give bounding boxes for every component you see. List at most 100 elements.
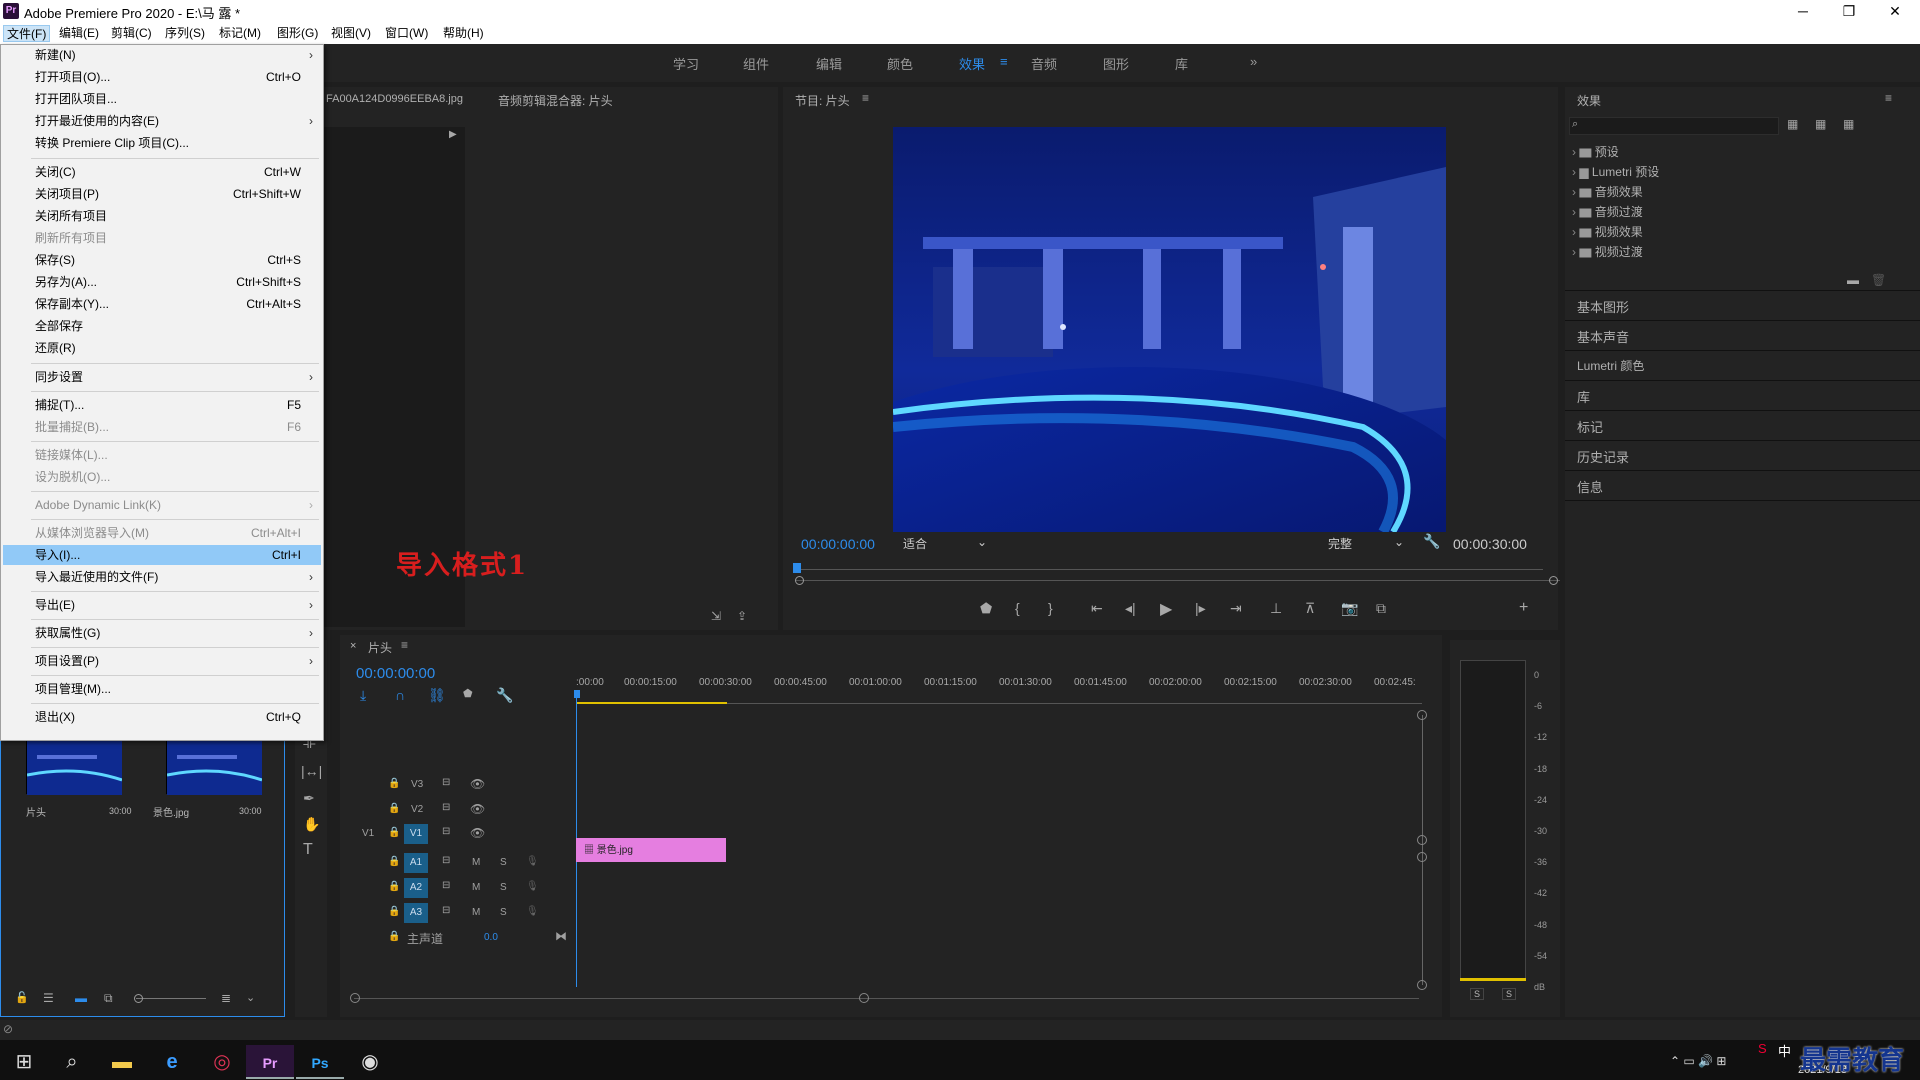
maximize-button[interactable]: ❐ bbox=[1826, 0, 1872, 22]
menu-marker[interactable]: 标记(M) bbox=[216, 25, 264, 42]
comparison-view-icon[interactable]: ⧉ bbox=[1376, 600, 1386, 617]
menu-item-save-as[interactable]: 另存为(A)... Ctrl+Shift+S bbox=[3, 272, 321, 292]
mark-in-icon[interactable]: { bbox=[1015, 600, 1020, 616]
lock-icon[interactable]: 🔒 bbox=[388, 881, 400, 892]
zoom-bar-left-handle[interactable] bbox=[795, 576, 804, 585]
lift-icon[interactable]: ⊥ bbox=[1270, 600, 1282, 617]
menu-item-export[interactable]: 导出(E) › bbox=[3, 595, 321, 615]
effects-item-video-effects[interactable]: › ▆ 视频效果 bbox=[1572, 223, 1643, 240]
yuv-effects-icon[interactable]: ▦ bbox=[1843, 117, 1854, 131]
menu-item-revert[interactable]: 还原(R) bbox=[3, 338, 321, 358]
project-thumb-scenery[interactable] bbox=[166, 739, 263, 795]
menu-item-project-manager[interactable]: 项目管理(M)... bbox=[3, 679, 321, 699]
zoom-level-dropdown[interactable]: 适合 ⌄ bbox=[903, 535, 993, 553]
menu-item-get-properties[interactable]: 获取属性(G) › bbox=[3, 623, 321, 643]
timeline-timecode[interactable]: 00:00:00:00 bbox=[356, 665, 435, 682]
sync-lock-icon[interactable]: ⊟ bbox=[442, 855, 450, 866]
track-target-v1[interactable]: V1 bbox=[404, 824, 428, 844]
play-icon[interactable]: ▶ bbox=[1160, 599, 1172, 619]
zoom-bar-right-handle[interactable] bbox=[1549, 576, 1558, 585]
accelerated-effects-icon[interactable]: ▦ bbox=[1787, 117, 1798, 131]
user-app-icon[interactable]: ◉ bbox=[346, 1045, 394, 1079]
type-tool-icon[interactable]: T bbox=[303, 841, 313, 859]
menu-item-close-project[interactable]: 关闭项目(P) Ctrl+Shift+W bbox=[3, 184, 321, 204]
timeline-clip[interactable]: ▦ 景色.jpg bbox=[576, 838, 726, 862]
menu-file[interactable]: 文件(F) bbox=[3, 25, 51, 42]
menu-clip[interactable]: 剪辑(C) bbox=[108, 25, 155, 42]
source-file-tab[interactable]: FA00A124D0996EEBA8.jpg bbox=[326, 93, 463, 105]
sync-lock-icon[interactable]: ⊟ bbox=[442, 777, 450, 788]
thumb-size-handle[interactable] bbox=[134, 994, 143, 1003]
workspace-editing[interactable]: 编辑 bbox=[816, 54, 842, 73]
source-insert-icon[interactable]: ⇲ bbox=[711, 609, 721, 623]
menu-item-convert-clip[interactable]: 转换 Premiere Clip 项目(C)... bbox=[3, 133, 321, 153]
source-export-icon[interactable]: ⇪ bbox=[737, 609, 747, 623]
panel-essential-sound[interactable]: 基本声音 bbox=[1577, 327, 1629, 346]
solo-left-button[interactable]: S bbox=[1470, 988, 1485, 1000]
new-bin-icon[interactable]: ▬ bbox=[1847, 273, 1859, 287]
lock-icon[interactable]: 🔒 bbox=[388, 803, 400, 814]
track-target-a3[interactable]: A3 bbox=[404, 903, 428, 923]
program-title[interactable]: 节目: 片头 bbox=[795, 92, 850, 109]
menu-item-exit[interactable]: 退出(X) Ctrl+Q bbox=[3, 707, 321, 727]
track-target-a1[interactable]: A1 bbox=[404, 853, 428, 873]
scroll-handle[interactable] bbox=[1417, 852, 1427, 862]
mute-button[interactable]: M bbox=[472, 857, 480, 868]
sync-lock-icon[interactable]: ⊟ bbox=[442, 905, 450, 916]
panel-libraries[interactable]: 库 bbox=[1577, 387, 1590, 406]
solo-right-button[interactable]: S bbox=[1502, 988, 1517, 1000]
sync-lock-icon[interactable]: ⊟ bbox=[442, 802, 450, 813]
go-to-end-icon[interactable]: ⧓ bbox=[555, 929, 567, 943]
scroll-handle[interactable] bbox=[1417, 980, 1427, 990]
menu-item-save-all[interactable]: 全部保存 bbox=[3, 316, 321, 336]
panel-markers[interactable]: 标记 bbox=[1577, 417, 1603, 436]
icon-view-icon[interactable]: ▬ bbox=[75, 991, 87, 1005]
close-button[interactable]: ✕ bbox=[1872, 0, 1918, 22]
workspace-effects[interactable]: 效果 bbox=[959, 54, 985, 73]
solo-button[interactable]: S bbox=[500, 882, 507, 893]
go-to-in-icon[interactable]: ⇤ bbox=[1091, 600, 1103, 617]
step-forward-icon[interactable]: |▸ bbox=[1195, 600, 1206, 617]
playback-resolution-dropdown[interactable]: 完整 ⌄ bbox=[1328, 535, 1408, 553]
vertical-scrollbar[interactable] bbox=[1422, 715, 1423, 985]
add-marker-icon[interactable]: ⬟ bbox=[980, 600, 992, 617]
eye-icon[interactable]: 👁 bbox=[470, 802, 485, 816]
photoshop-taskbar-icon[interactable]: Ps bbox=[296, 1045, 344, 1079]
menu-item-close-all[interactable]: 关闭所有项目 bbox=[3, 206, 321, 226]
timeline-playhead[interactable] bbox=[574, 690, 580, 698]
menu-graphics[interactable]: 图形(G) bbox=[274, 25, 321, 42]
workspace-graphics[interactable]: 图形 bbox=[1103, 54, 1129, 73]
timeline-sequence-tab[interactable]: 片头 bbox=[368, 639, 392, 656]
mute-button[interactable]: M bbox=[472, 882, 480, 893]
effects-search-input[interactable]: ⌕ bbox=[1569, 117, 1779, 135]
mic-icon[interactable]: 🎙 bbox=[526, 881, 539, 892]
workspace-learn[interactable]: 学习 bbox=[673, 54, 699, 73]
sync-lock-icon[interactable]: ⊟ bbox=[442, 826, 450, 837]
lock-icon[interactable]: 🔒 bbox=[388, 906, 400, 917]
eye-icon[interactable]: 👁 bbox=[470, 777, 485, 791]
wrench-icon[interactable]: 🔧 bbox=[1423, 533, 1440, 550]
ime-icon[interactable]: S bbox=[1758, 1041, 1767, 1056]
horizontal-scrollbar[interactable] bbox=[354, 998, 1419, 999]
source-patch-v1[interactable]: V1 bbox=[362, 828, 374, 839]
effects-item-lumetri-presets[interactable]: › ▆ Lumetri 预设 bbox=[1572, 163, 1659, 180]
menu-item-sync-settings[interactable]: 同步设置 › bbox=[3, 367, 321, 387]
minimize-button[interactable]: ─ bbox=[1780, 0, 1826, 22]
effects-item-presets[interactable]: › ▆ 预设 bbox=[1572, 143, 1619, 160]
project-thumb-title[interactable] bbox=[26, 739, 123, 795]
32bit-effects-icon[interactable]: ▦ bbox=[1815, 117, 1826, 131]
edge-browser-icon[interactable]: e bbox=[148, 1045, 196, 1079]
freeform-view-icon[interactable]: ⧉ bbox=[104, 991, 113, 1006]
pen-tool-icon[interactable]: ✒ bbox=[303, 790, 315, 807]
hand-tool-icon[interactable]: ✋ bbox=[303, 816, 320, 833]
export-frame-icon[interactable]: 📷 bbox=[1341, 600, 1358, 617]
mixer-expand-icon[interactable]: ▶ bbox=[449, 129, 457, 140]
workspace-menu-icon[interactable]: ≡ bbox=[1000, 54, 1008, 69]
sort-icon[interactable]: ≣ bbox=[221, 991, 231, 1005]
workspace-color[interactable]: 颜色 bbox=[887, 54, 913, 73]
menu-item-open-project[interactable]: 打开项目(O)... Ctrl+O bbox=[3, 67, 321, 87]
lock-icon[interactable]: 🔒 bbox=[388, 778, 400, 789]
eye-icon[interactable]: 👁 bbox=[470, 826, 485, 840]
solo-button[interactable]: S bbox=[500, 857, 507, 868]
menu-item-open-team-project[interactable]: 打开团队项目... bbox=[3, 89, 321, 109]
